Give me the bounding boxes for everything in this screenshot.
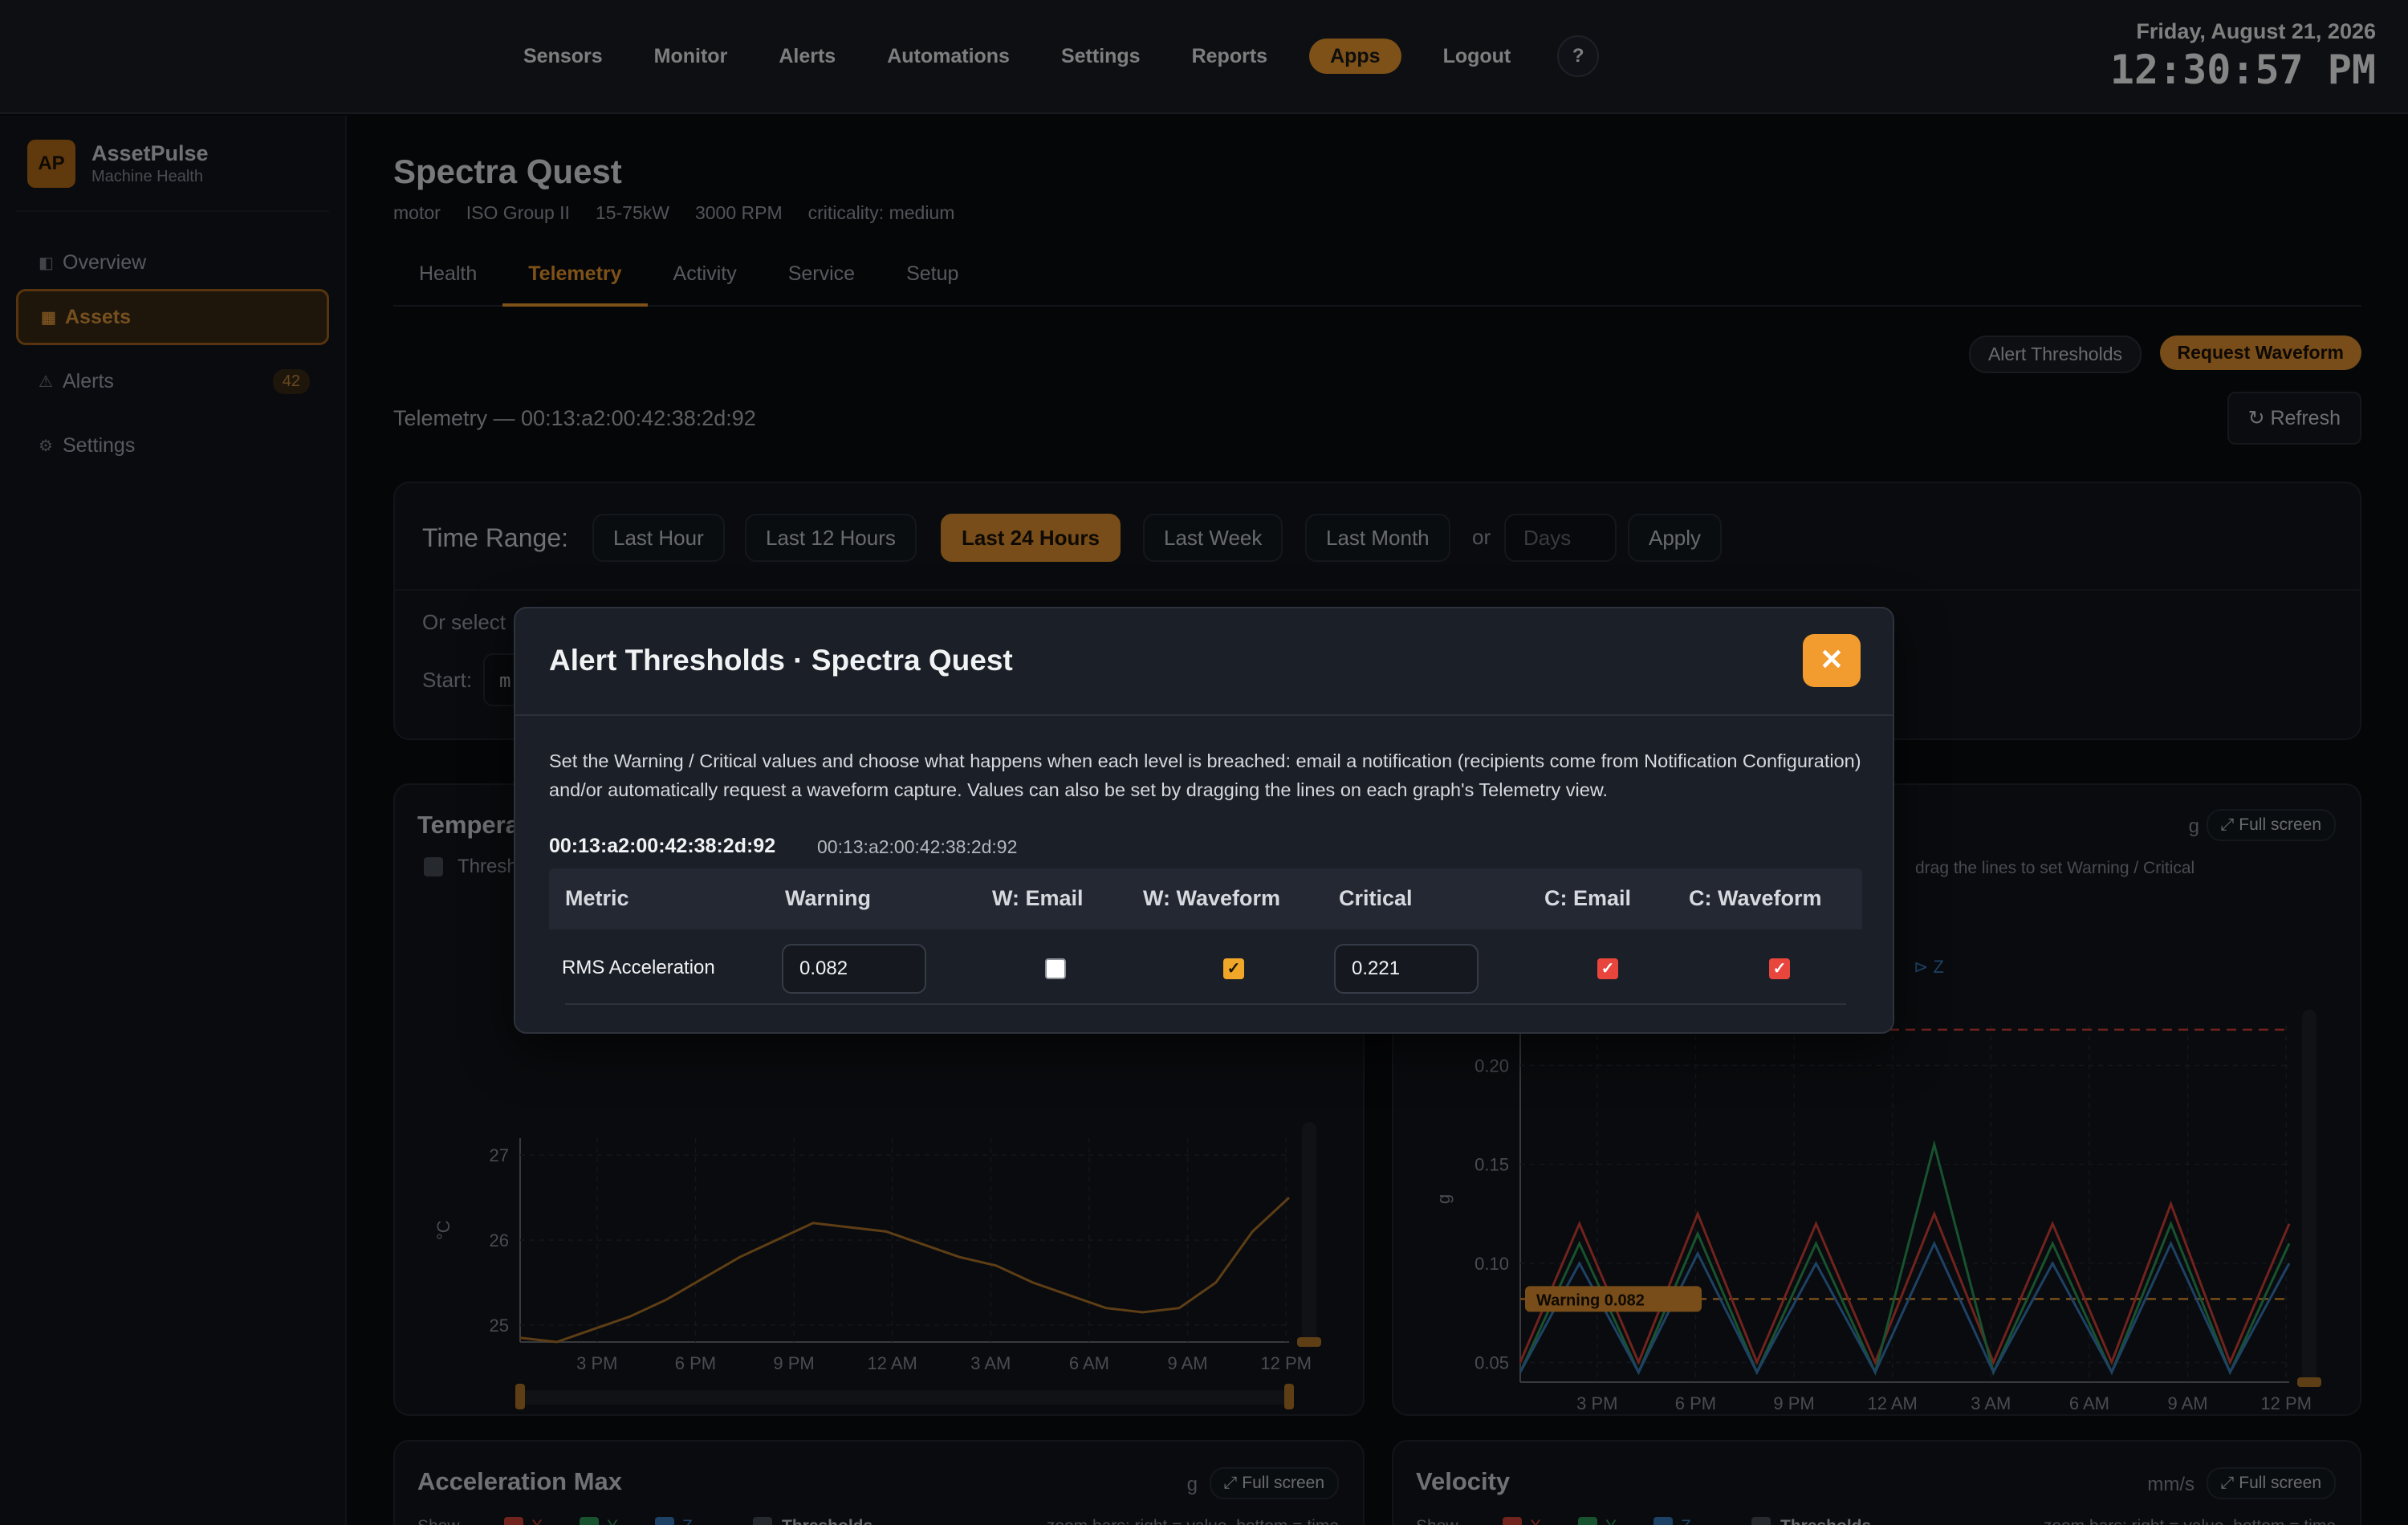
- col-w-waveform: W: Waveform: [1143, 886, 1281, 910]
- table-row: RMS Acceleration 0.082 ✓ 0.221 ✓ ✓: [562, 929, 1846, 1005]
- col-warning: Warning: [785, 886, 871, 910]
- modal-description: Set the Warning / Critical values and ch…: [549, 750, 1861, 800]
- critical-input[interactable]: 0.221: [1334, 944, 1479, 994]
- warning-waveform-checkbox[interactable]: ✓: [1223, 958, 1244, 979]
- col-metric: Metric: [565, 886, 629, 910]
- thresholds-table: Metric Warning W: Email W: Waveform Crit…: [549, 868, 1862, 1005]
- alert-thresholds-modal: Alert Thresholds · Spectra Quest ✕ Set t…: [514, 607, 1894, 1034]
- col-critical: Critical: [1339, 886, 1413, 910]
- col-w-email: W: Email: [992, 886, 1084, 910]
- metric-name: RMS Acceleration: [562, 957, 715, 978]
- critical-waveform-checkbox[interactable]: ✓: [1769, 958, 1790, 979]
- col-c-email: C: Email: [1544, 886, 1632, 910]
- device-id: 00:13:a2:00:42:38:2d:92: [549, 835, 776, 857]
- critical-email-checkbox[interactable]: ✓: [1597, 958, 1618, 979]
- warning-input[interactable]: 0.082: [782, 944, 926, 994]
- device-id-secondary: 00:13:a2:00:42:38:2d:92: [817, 836, 1018, 857]
- close-icon: ✕: [1819, 643, 1845, 676]
- close-button[interactable]: ✕: [1803, 634, 1861, 687]
- warning-email-checkbox[interactable]: [1045, 958, 1066, 979]
- modal-title: Alert Thresholds · Spectra Quest: [549, 644, 1013, 677]
- modal-divider: [515, 714, 1893, 716]
- col-c-waveform: C: Waveform: [1689, 886, 1822, 910]
- table-header: Metric Warning W: Email W: Waveform Crit…: [549, 868, 1862, 929]
